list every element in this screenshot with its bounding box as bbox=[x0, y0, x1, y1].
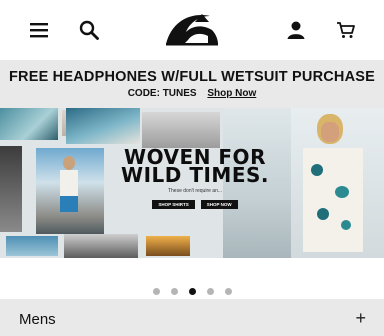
account-icon[interactable] bbox=[283, 17, 309, 43]
carousel-dot[interactable] bbox=[170, 287, 178, 295]
photo-tile bbox=[6, 236, 58, 256]
site-header bbox=[0, 0, 384, 60]
photo-tile bbox=[0, 108, 58, 140]
carousel-dot[interactable] bbox=[152, 287, 160, 295]
photo-tile bbox=[0, 146, 22, 232]
carousel-dots bbox=[0, 286, 384, 296]
accordion-label: Mens bbox=[19, 311, 56, 328]
hero-cta-group: SHOP SHIRTS SHOP NOW bbox=[110, 200, 280, 209]
cart-icon[interactable] bbox=[333, 17, 359, 43]
shop-now-link[interactable]: Shop Now bbox=[207, 88, 256, 99]
model-photo bbox=[291, 108, 384, 258]
carousel-dot[interactable] bbox=[206, 287, 214, 295]
promo-subline: CODE: TUNES Shop Now bbox=[0, 88, 384, 99]
expand-plus-icon[interactable]: + bbox=[355, 308, 366, 329]
photo-tile bbox=[142, 112, 220, 148]
photo-tile bbox=[146, 236, 190, 256]
shop-now-button[interactable]: SHOP NOW bbox=[200, 200, 238, 209]
hero-text-block: WOVEN FOR WILD TIMES. These don't requir… bbox=[110, 147, 280, 209]
promo-banner: FREE HEADPHONES W/FULL WETSUIT PURCHASE … bbox=[0, 60, 384, 108]
hero-banner[interactable]: WOVEN FOR WILD TIMES. These don't requir… bbox=[0, 108, 384, 258]
hero-headline-line2: WILD TIMES. bbox=[121, 163, 269, 187]
promo-code: CODE: TUNES bbox=[127, 88, 197, 99]
hero-tagline: These don't require an... bbox=[167, 188, 223, 194]
search-icon[interactable] bbox=[76, 17, 102, 43]
carousel-dot-active[interactable] bbox=[188, 287, 196, 295]
carousel-dot[interactable] bbox=[224, 287, 232, 295]
promo-headline: FREE HEADPHONES W/FULL WETSUIT PURCHASE bbox=[8, 69, 376, 85]
quiksilver-logo[interactable] bbox=[162, 10, 222, 46]
photo-tile bbox=[36, 148, 104, 234]
shop-shirts-button[interactable]: SHOP SHIRTS bbox=[152, 200, 195, 209]
photo-tile bbox=[64, 234, 138, 258]
mens-accordion[interactable]: Mens + bbox=[0, 299, 384, 336]
hamburger-menu-icon[interactable] bbox=[26, 17, 52, 43]
photo-tile bbox=[66, 108, 140, 144]
